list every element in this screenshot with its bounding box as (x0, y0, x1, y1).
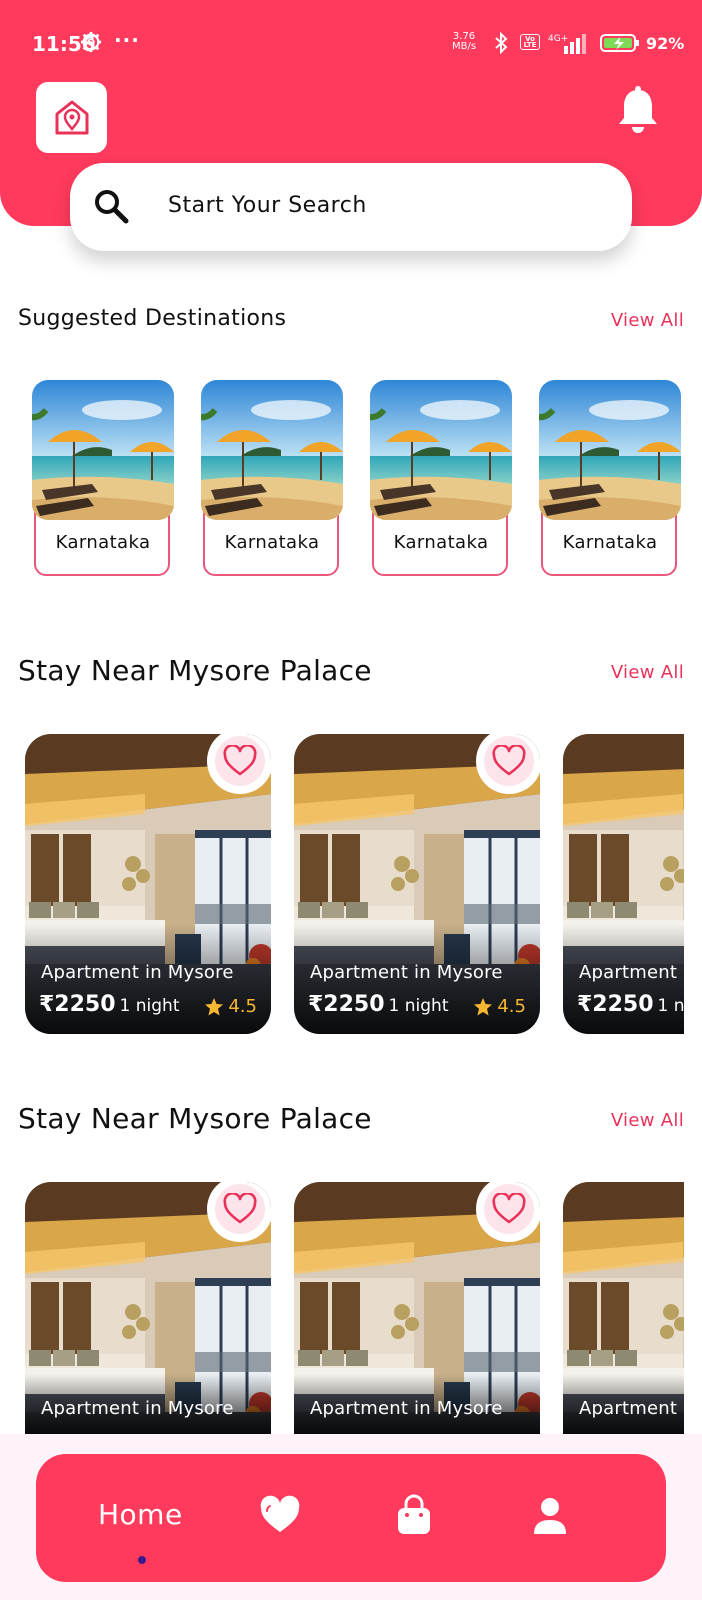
stay-rating-value: 4.5 (228, 996, 257, 1017)
stay-view-all-link[interactable]: View All (611, 662, 684, 683)
favorite-button[interactable] (476, 1182, 540, 1242)
stay-price-amount: ₹2250 (577, 992, 654, 1017)
search-bar[interactable]: Start Your Search (70, 163, 632, 251)
active-tab-indicator (138, 1556, 146, 1564)
stay-title: Apartment in Mysore (41, 962, 234, 983)
stay-title: Apartment in Mysore (310, 1398, 503, 1419)
destination-photo (370, 380, 512, 520)
search-placeholder: Start Your Search (168, 193, 367, 218)
signal-icon: 4G+ (548, 34, 586, 54)
stay-rating: 4.5 (204, 996, 257, 1017)
stay-title: Apartment in Mysore (579, 962, 684, 983)
beach-photo (370, 380, 512, 520)
beach-photo (32, 380, 174, 520)
stay-price-unit: 1 night (388, 996, 449, 1016)
destination-label: Karnataka (224, 532, 320, 553)
destination-photo (32, 380, 174, 520)
favorite-button[interactable] (476, 734, 540, 794)
stay-card[interactable]: Apartment in Mysore (563, 1182, 684, 1434)
shopping-bag-icon[interactable] (392, 1494, 436, 1538)
stay-section-title: Stay Near Mysore Palace (18, 1102, 372, 1135)
destination-card[interactable]: Karnataka (32, 380, 174, 576)
stay-price: ₹22501 night (577, 992, 684, 1017)
profile-icon[interactable] (528, 1494, 572, 1538)
stay-price-amount: ₹2250 (308, 992, 385, 1017)
home-screen: 11:56 ··· 3.76 MB/s Vo LTE 4G+ 92% Start… (0, 0, 702, 1600)
stay-card[interactable]: Apartment in Mysore (294, 1182, 540, 1434)
stay-rating-value: 4.5 (497, 996, 526, 1017)
stay-view-all-link[interactable]: View All (611, 1110, 684, 1131)
favorite-heart-icon (492, 1193, 526, 1224)
stay-title: Apartment in Mysore (41, 1398, 234, 1419)
destination-photo (539, 380, 681, 520)
stay-card[interactable]: Apartment in Mysore (25, 1182, 271, 1434)
settings-gear-icon (80, 31, 102, 53)
notification-bell-icon[interactable] (614, 84, 662, 136)
destination-photo (201, 380, 343, 520)
heart-icon[interactable] (258, 1494, 302, 1538)
status-more: ··· (114, 28, 140, 52)
favorite-button[interactable] (207, 734, 271, 794)
stay-price: ₹22501 night (308, 992, 449, 1017)
stay-price-unit: 1 night (657, 996, 684, 1016)
bluetooth-icon (495, 32, 508, 54)
suggested-view-all-link[interactable]: View All (611, 310, 684, 331)
star-icon (205, 997, 224, 1015)
destination-card[interactable]: Karnataka (201, 380, 343, 576)
star-icon (474, 997, 493, 1015)
volte-badge: Vo LTE (520, 34, 540, 50)
home-location-icon (55, 100, 88, 134)
network-speed: 3.76 MB/s (452, 32, 476, 52)
battery-percent: 92% (646, 34, 685, 53)
beach-photo (201, 380, 343, 520)
stay-rating: 4.5 (473, 996, 526, 1017)
stay-title: Apartment in Mysore (310, 962, 503, 983)
stay-card[interactable]: Apartment in Mysore ₹2250 1 night 4.5 (25, 734, 271, 1034)
destination-card[interactable]: Karnataka (539, 380, 681, 576)
destination-card[interactable]: Karnataka (370, 380, 512, 576)
stay-price-unit: 1 night (119, 996, 180, 1016)
stay-price-amount: ₹2250 (39, 992, 116, 1017)
battery-icon (600, 34, 639, 52)
favorite-heart-icon (223, 745, 257, 776)
favorite-button[interactable] (207, 1182, 271, 1242)
favorite-heart-icon (223, 1193, 257, 1224)
search-icon (95, 190, 129, 224)
destination-label: Karnataka (562, 532, 658, 553)
nav-home-tab[interactable]: Home (98, 1498, 183, 1531)
destination-label: Karnataka (55, 532, 151, 553)
stay-card[interactable]: Apartment in Mysore ₹2250 1 night 4.5 (294, 734, 540, 1034)
suggested-destinations-title: Suggested Destinations (18, 306, 287, 331)
app-logo[interactable] (36, 82, 107, 153)
status-bar: 11:56 ··· 3.76 MB/s Vo LTE 4G+ 92% (0, 28, 702, 62)
stay-title: Apartment in Mysore (579, 1398, 684, 1419)
favorite-heart-icon (492, 745, 526, 776)
stay-section-title: Stay Near Mysore Palace (18, 654, 372, 687)
network-speed-unit: MB/s (452, 41, 477, 52)
destination-label: Karnataka (393, 532, 489, 553)
stay-price: ₹22501 night (39, 992, 180, 1017)
bottom-nav: Home (36, 1454, 666, 1582)
beach-photo (539, 380, 681, 520)
stay-card[interactable]: Apartment in Mysore ₹22501 night (563, 734, 684, 1034)
network-type-label: 4G+ (548, 34, 568, 44)
